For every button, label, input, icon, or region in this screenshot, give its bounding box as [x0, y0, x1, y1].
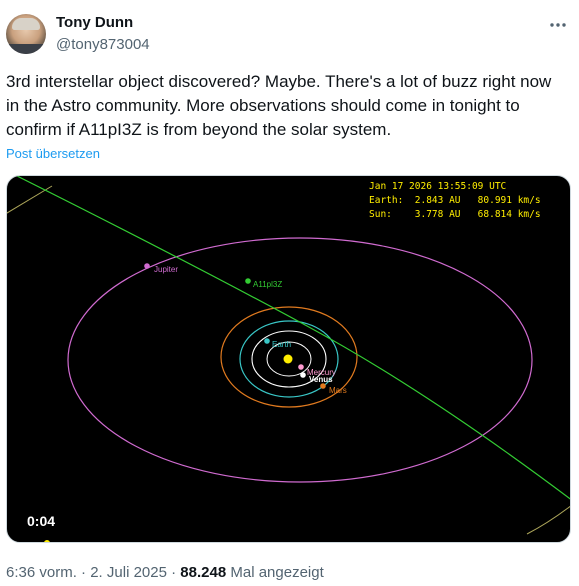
venus-label: Venus [309, 375, 333, 384]
mercury-marker [298, 364, 304, 370]
object-label: A11pl3Z [253, 280, 282, 289]
translate-post-link[interactable]: Post übersetzen [6, 146, 100, 161]
object-trajectory [16, 176, 570, 500]
avatar-hair [12, 18, 40, 30]
tweet-date[interactable]: 2. Juli 2025 [90, 564, 167, 581]
avatar-shirt [6, 44, 46, 54]
object-marker [245, 278, 251, 284]
outer-orbit-right [526, 505, 570, 535]
earth-label: Earth [272, 340, 291, 349]
info-sun: Sun: 3.778 AU 68.814 km/s [369, 209, 541, 220]
tweet-text: 3rd interstellar object discovered? Mayb… [6, 72, 552, 139]
earth-marker [264, 338, 270, 344]
views-count: 88.248 [180, 564, 227, 581]
jupiter-label: Jupiter [154, 265, 178, 274]
venus-marker [300, 372, 306, 378]
meta-separator-2: · [171, 564, 177, 581]
avatar[interactable] [6, 14, 46, 54]
jupiter-marker [144, 263, 150, 269]
info-datetime: Jan 17 2026 13:55:09 UTC [369, 181, 506, 192]
info-earth: Earth: 2.843 AU 80.991 km/s [369, 195, 541, 206]
video-player[interactable]: Jupiter A11pl3Z Earth Mercury Venus Mars… [6, 175, 571, 543]
video-timestamp: 0:04 [27, 513, 56, 529]
tweet-time[interactable]: 6:36 vorm. [6, 564, 77, 581]
tweet-meta: 6:36 vorm. · 2. Juli 2025 · 88.248 Mal a… [6, 564, 324, 581]
orbit-animation: Jupiter A11pl3Z Earth Mercury Venus Mars… [7, 176, 570, 542]
meta-separator: · [81, 564, 87, 581]
sun-marker [283, 354, 293, 364]
more-options-button[interactable] [549, 16, 567, 34]
mars-marker [320, 383, 326, 389]
more-horizontal-icon [550, 23, 566, 27]
author-name[interactable]: Tony Dunn [56, 14, 133, 31]
author-handle[interactable]: @tony873004 [56, 36, 150, 53]
mars-label: Mars [329, 386, 347, 395]
jupiter-orbit [67, 237, 533, 483]
outer-planet-marker [44, 540, 50, 542]
views-label: Mal angezeigt [230, 564, 324, 581]
